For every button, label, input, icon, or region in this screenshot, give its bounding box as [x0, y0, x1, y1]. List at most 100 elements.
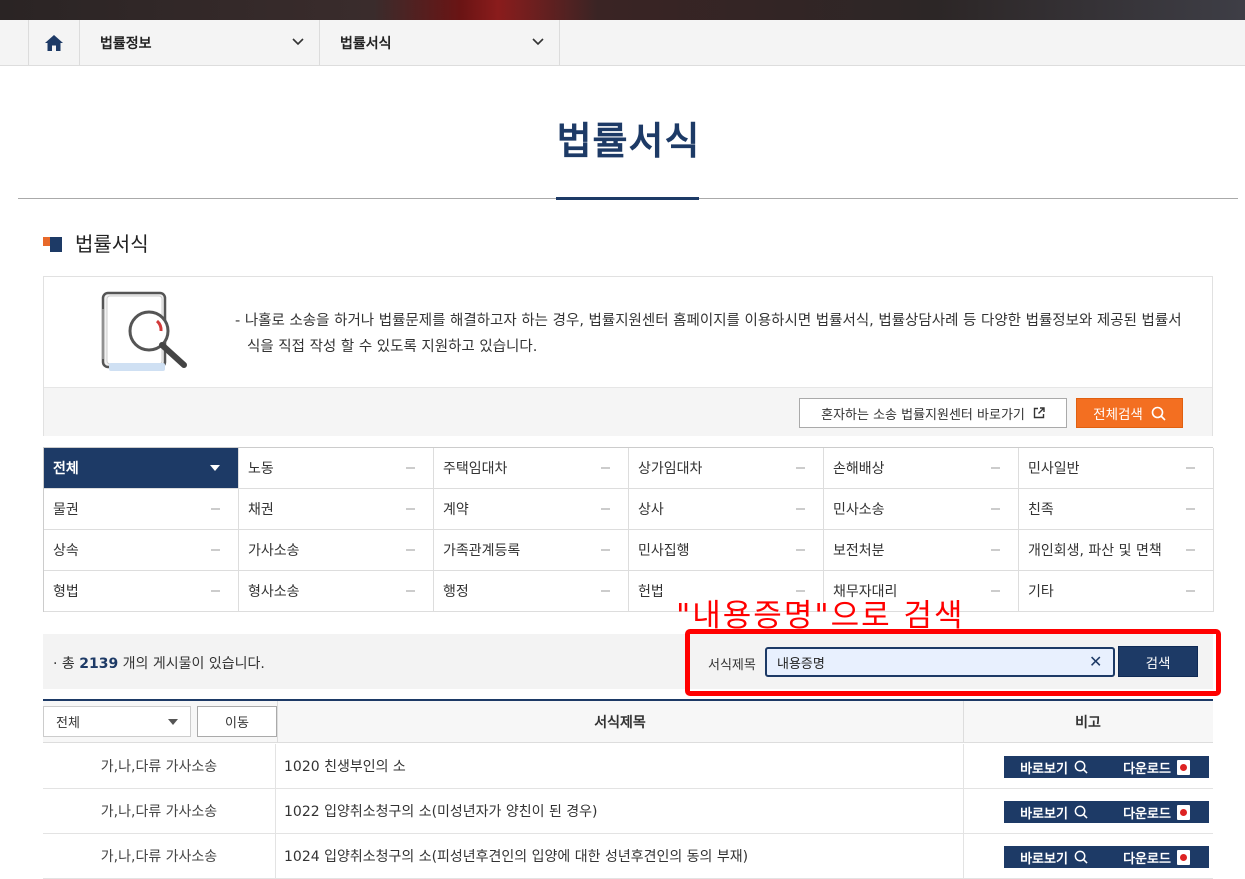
category-tab[interactable]: 상사 [629, 489, 824, 530]
category-label: 민사일반 [1028, 461, 1080, 477]
category-label: 민사집행 [638, 543, 690, 559]
info-description: - 나홀로 소송을 하거나 법률문제를 해결하고자 하는 경우, 법률지원센터 … [235, 313, 1182, 355]
annotation-highlight-box [685, 629, 1221, 696]
download-label: 다운로드 [1123, 761, 1171, 777]
hwp-file-icon [1176, 759, 1190, 775]
title-accent-bar [556, 197, 699, 200]
minus-icon [1186, 467, 1195, 469]
minus-icon [406, 549, 415, 551]
download-button[interactable]: 다운로드 [1104, 758, 1209, 777]
category-tab[interactable]: 형사소송 [239, 571, 434, 612]
legal-center-link-button[interactable]: 혼자하는 소송 법률지원센터 바로가기 [799, 398, 1067, 428]
search-icon [1074, 760, 1088, 774]
category-tab[interactable]: 가족관계등록 [434, 530, 629, 571]
chevron-down-icon [292, 38, 304, 46]
view-label: 바로보기 [1020, 761, 1068, 777]
category-tab[interactable]: 형법 [44, 571, 239, 612]
category-tab[interactable]: 물권 [44, 489, 239, 530]
nav-dropdown-legal-forms[interactable]: 법률서식 [320, 20, 560, 65]
category-tab[interactable]: 개인회생, 파산 및 면책 [1019, 530, 1214, 571]
row-category: 가,나,다류 가사소송 [43, 744, 276, 788]
annotation-text: "내용증명"으로 검색 [676, 598, 965, 634]
category-select-value: 전체 [56, 716, 80, 731]
minus-icon [991, 467, 1000, 469]
download-button[interactable]: 다운로드 [1104, 803, 1209, 822]
category-tab[interactable]: 계약 [434, 489, 629, 530]
category-label: 기타 [1028, 584, 1054, 600]
minus-icon [211, 590, 220, 592]
search-icon [1074, 850, 1088, 864]
nav-dropdown-label: 법률서식 [340, 35, 392, 52]
home-icon [45, 34, 63, 51]
section-heading: 법률서식 [43, 228, 149, 257]
caret-down-icon [168, 719, 178, 725]
category-label: 개인회생, 파산 및 면책 [1028, 543, 1162, 559]
category-label: 상속 [53, 543, 79, 559]
category-tab[interactable]: 채권 [239, 489, 434, 530]
info-button-bar: 혼자하는 소송 법률지원센터 바로가기 전체검색 [44, 387, 1212, 436]
category-label: 형사소송 [248, 584, 300, 600]
minus-icon [796, 549, 805, 551]
minus-icon [601, 549, 610, 551]
minus-icon [601, 467, 610, 469]
move-button[interactable]: 이동 [197, 706, 277, 737]
minus-icon [211, 508, 220, 510]
column-header-title: 서식제목 [594, 715, 646, 731]
category-label: 보전처분 [833, 543, 885, 559]
category-label: 민사소송 [833, 502, 885, 518]
category-label: 채권 [248, 502, 274, 518]
minus-icon [406, 467, 415, 469]
minus-icon [1186, 508, 1195, 510]
view-button[interactable]: 바로보기 [1004, 803, 1104, 822]
page-title: 법률서식 [556, 119, 701, 163]
row-title-link[interactable]: 1024 입양취소청구의 소(피성년후견인의 입양에 대한 성년후견인의 동의 … [284, 834, 748, 878]
minus-icon [1186, 549, 1195, 551]
category-label: 가사소송 [248, 543, 300, 559]
category-tab[interactable]: 가사소송 [239, 530, 434, 571]
document-magnifier-icon [101, 291, 187, 371]
download-button[interactable]: 다운로드 [1104, 848, 1209, 867]
category-tab[interactable]: 민사소송 [824, 489, 1019, 530]
minus-icon [991, 549, 1000, 551]
category-tab[interactable]: 손해배상 [824, 448, 1019, 489]
download-label: 다운로드 [1123, 806, 1171, 822]
legal-center-link-label: 혼자하는 소송 법률지원센터 바로가기 [821, 407, 1025, 423]
search-all-button[interactable]: 전체검색 [1076, 398, 1183, 428]
category-tab[interactable]: 행정 [434, 571, 629, 612]
row-title-link[interactable]: 1020 친생부인의 소 [284, 744, 406, 788]
table-row: 가,나,다류 가사소송 1024 입양취소청구의 소(피성년후견인의 입양에 대… [43, 834, 1213, 879]
row-category: 가,나,다류 가사소송 [43, 834, 276, 878]
category-tab[interactable]: 보전처분 [824, 530, 1019, 571]
row-button-group: 바로보기 다운로드 [1004, 801, 1209, 823]
count-suffix: 개의 게시물이 있습니다. [118, 656, 265, 672]
top-banner-image [0, 0, 1245, 20]
category-tab[interactable]: 기타 [1019, 571, 1214, 612]
minus-icon [991, 590, 1000, 592]
caret-down-icon [210, 465, 220, 471]
row-actions: 바로보기 다운로드 [963, 744, 1213, 788]
category-tab[interactable]: 친족 [1019, 489, 1214, 530]
row-actions: 바로보기 다운로드 [963, 834, 1213, 878]
category-label: 행정 [443, 584, 469, 600]
category-tab[interactable]: 민사집행 [629, 530, 824, 571]
category-tab[interactable]: 민사일반 [1019, 448, 1214, 489]
category-select[interactable]: 전체 [43, 706, 191, 737]
row-title-link[interactable]: 1022 입양취소청구의 소(미성년자가 양친이 된 경우) [284, 789, 598, 833]
category-tab[interactable]: 상속 [44, 530, 239, 571]
hwp-file-icon [1176, 804, 1190, 820]
search-all-label: 전체검색 [1093, 407, 1143, 423]
table-row: 가,나,다류 가사소송 1020 친생부인의 소 바로보기 다운로드 [43, 744, 1213, 789]
category-tab[interactable]: 주택임대차 [434, 448, 629, 489]
category-label: 주택임대차 [443, 461, 508, 477]
nav-dropdown-legal-info[interactable]: 법률정보 [80, 20, 320, 65]
category-label: 전체 [53, 461, 79, 477]
view-button[interactable]: 바로보기 [1004, 758, 1104, 777]
home-button[interactable] [28, 20, 80, 65]
view-button[interactable]: 바로보기 [1004, 848, 1104, 867]
category-tab[interactable]: 노동 [239, 448, 434, 489]
category-label: 헌법 [638, 584, 664, 600]
row-category: 가,나,다류 가사소송 [43, 789, 276, 833]
category-tab-all[interactable]: 전체 [44, 448, 239, 489]
column-header-note: 비고 [1075, 715, 1101, 731]
category-tab[interactable]: 상가임대차 [629, 448, 824, 489]
